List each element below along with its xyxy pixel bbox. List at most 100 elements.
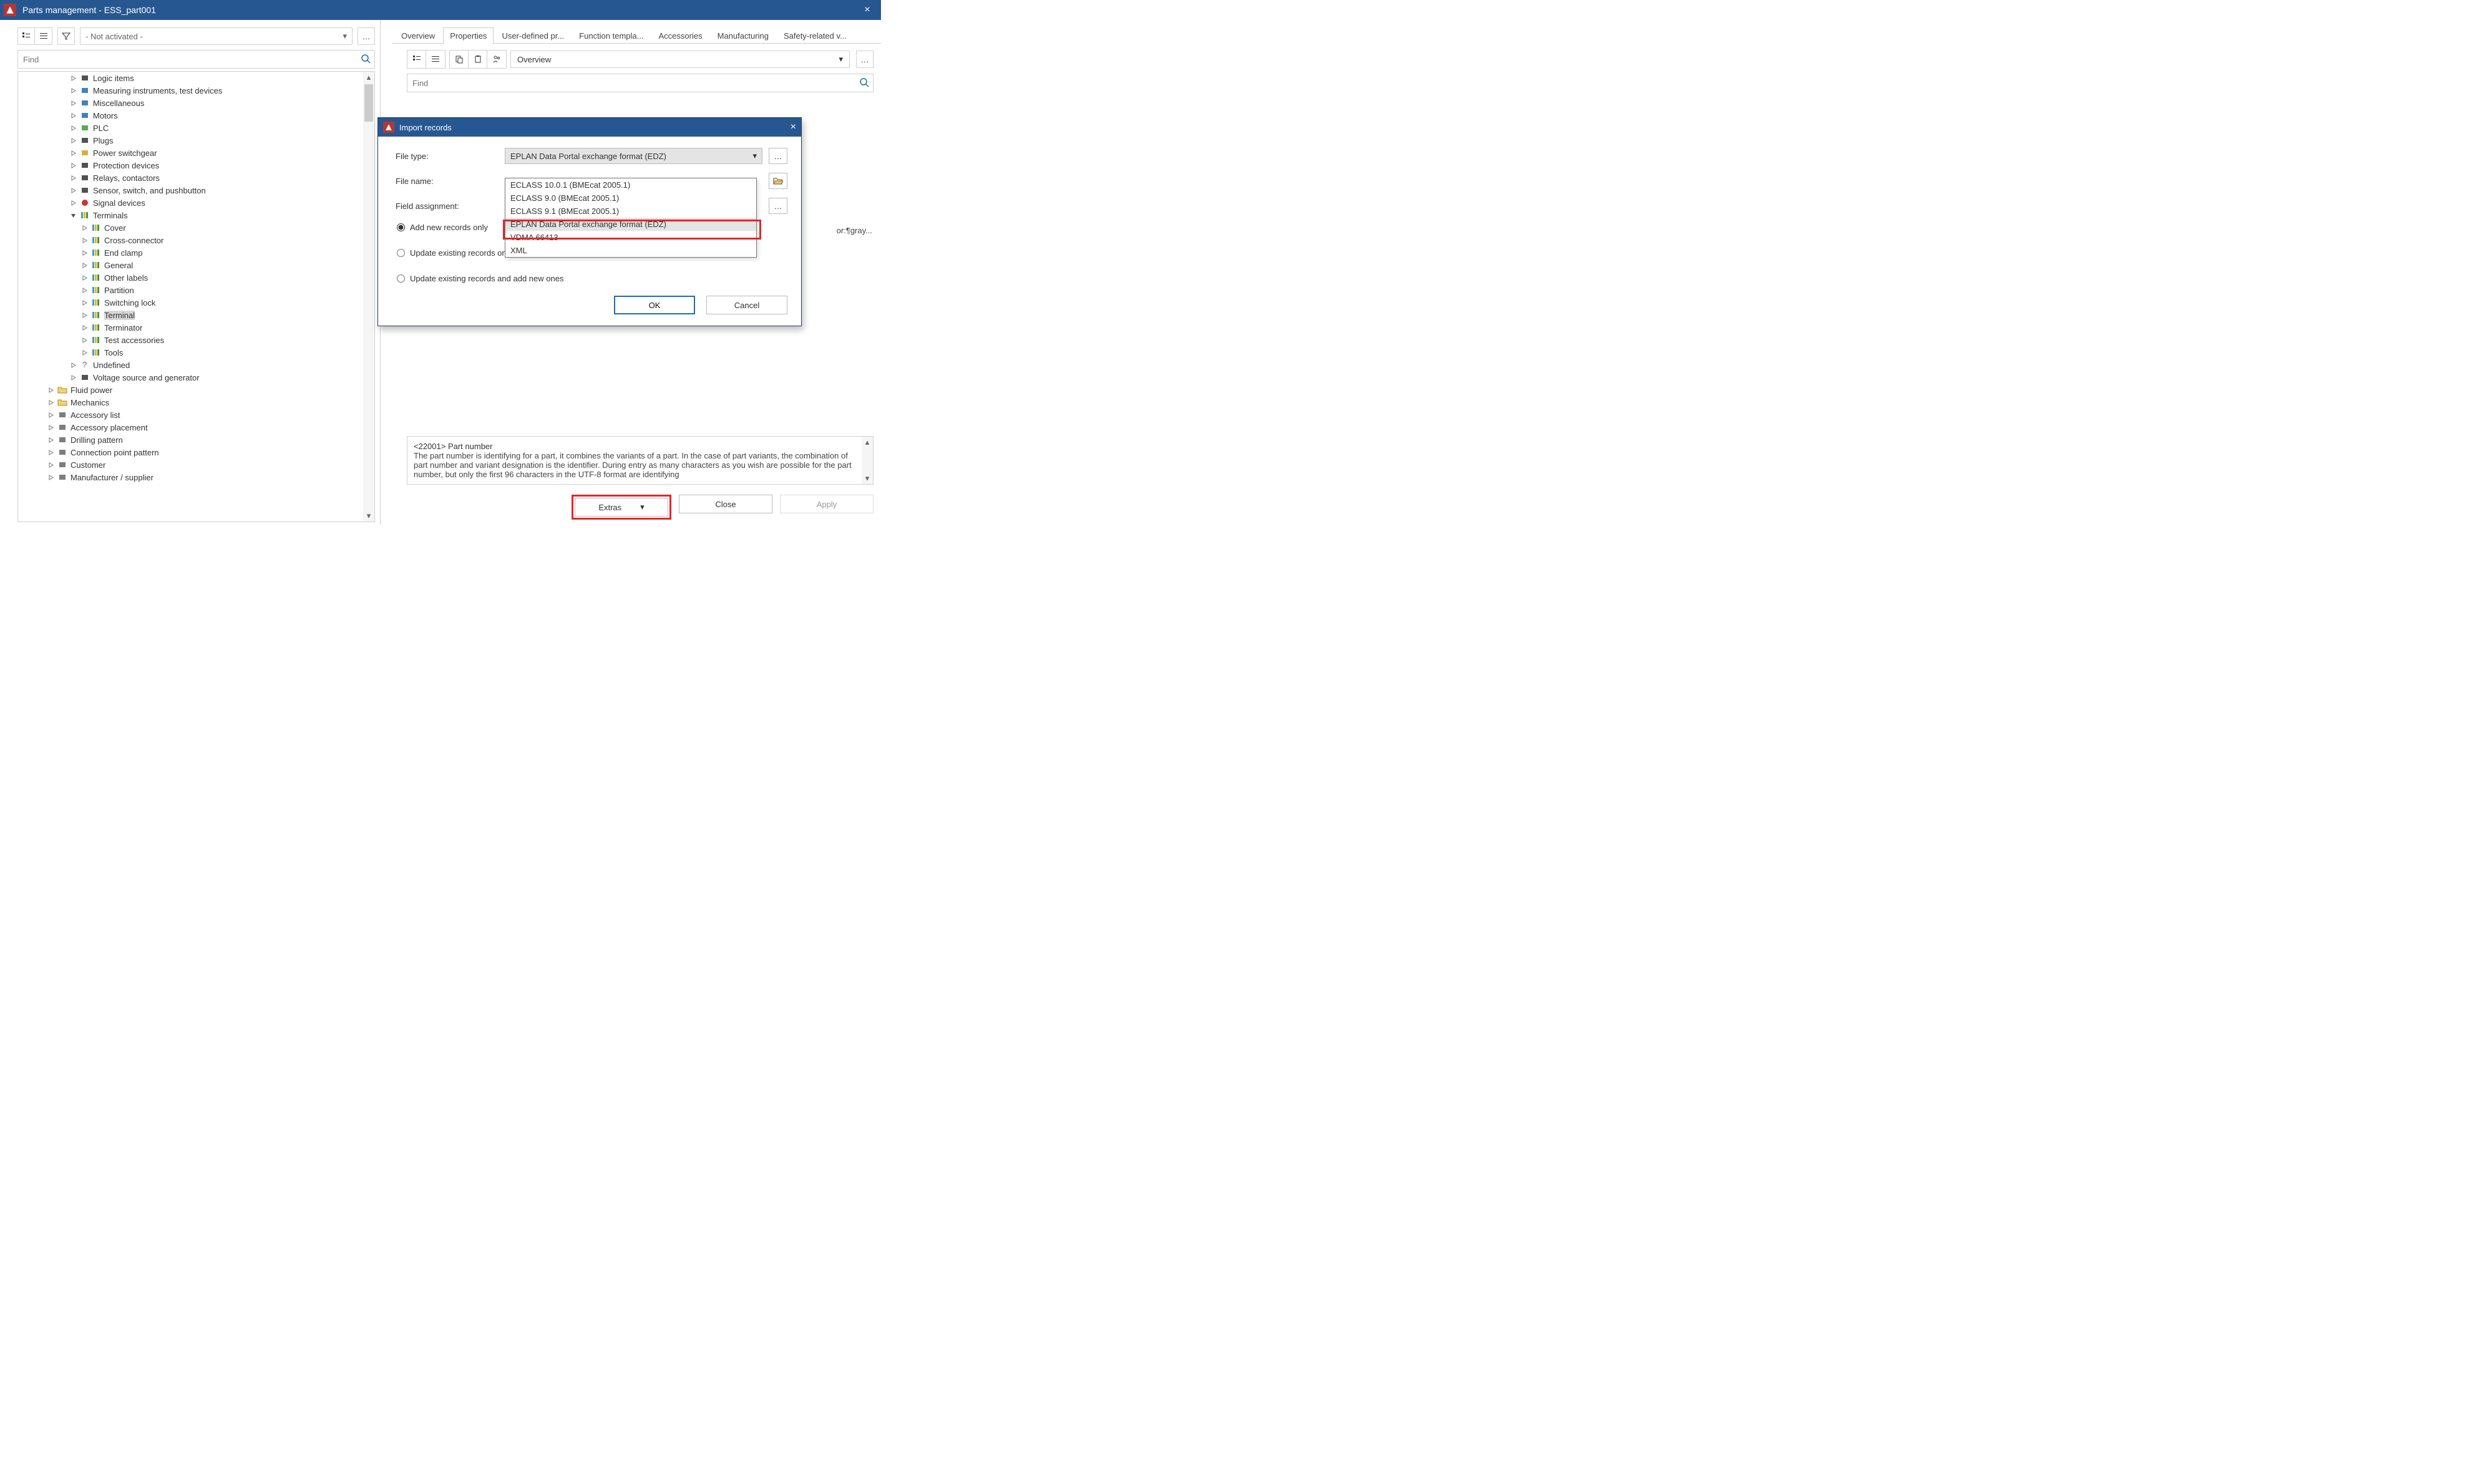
filter-button[interactable] [57, 27, 75, 45]
view-mode-toggle[interactable] [17, 27, 52, 45]
tree-item[interactable]: Mechanics [47, 396, 374, 409]
expand-icon[interactable] [47, 449, 54, 456]
tree-item[interactable]: General [80, 259, 374, 271]
scroll-down-icon[interactable]: ▾ [862, 473, 873, 484]
expand-icon[interactable] [80, 249, 88, 256]
tree-item[interactable]: Measuring instruments, test devices [69, 84, 374, 97]
overview-dropdown[interactable]: Overview ▾ [510, 51, 850, 68]
copy-icon[interactable] [450, 51, 469, 68]
scroll-up-icon[interactable]: ▴ [862, 437, 873, 448]
tab[interactable]: Accessories [651, 27, 709, 44]
tab[interactable]: Function templa... [572, 27, 650, 44]
expand-icon[interactable] [47, 386, 54, 394]
dropdown-option[interactable]: ECLASS 10.0.1 (BMEcat 2005.1) [505, 178, 756, 192]
expand-icon[interactable] [69, 174, 77, 182]
expand-icon[interactable] [69, 211, 77, 219]
expand-icon[interactable] [69, 87, 77, 94]
scroll-up-icon[interactable]: ▴ [363, 72, 374, 83]
tree-item[interactable]: Cover [80, 221, 374, 234]
expand-icon[interactable] [69, 137, 77, 144]
dropdown-option[interactable]: ECLASS 9.0 (BMEcat 2005.1) [505, 192, 756, 205]
expand-icon[interactable] [47, 436, 54, 444]
tree-item[interactable]: Test accessories [80, 334, 374, 346]
expand-icon[interactable] [69, 199, 77, 206]
tree-item[interactable]: Accessory placement [47, 421, 374, 434]
expand-icon[interactable] [69, 374, 77, 381]
list-view-icon[interactable] [426, 51, 445, 68]
extras-button[interactable]: Extras ▾ [575, 498, 668, 516]
tree-scrollbar[interactable]: ▴ ▾ [363, 72, 374, 521]
dropdown-option[interactable]: XML [505, 244, 756, 257]
field-assignment-more-button[interactable]: … [769, 198, 787, 214]
tree-item[interactable]: Cross-connector [80, 234, 374, 246]
filter-dropdown[interactable]: - Not activated - ▾ [80, 27, 353, 45]
radio-update-add-input[interactable] [397, 274, 405, 283]
find-input[interactable] [23, 55, 361, 64]
expand-icon[interactable] [80, 261, 88, 269]
tree-item[interactable]: Connection point pattern [47, 446, 374, 458]
scroll-down-icon[interactable]: ▾ [363, 510, 374, 521]
expand-icon[interactable] [69, 124, 77, 132]
expand-icon[interactable] [47, 399, 54, 406]
search-icon[interactable] [361, 54, 371, 65]
tree-item[interactable]: Drilling pattern [47, 434, 374, 446]
expand-icon[interactable] [69, 149, 77, 157]
dropdown-option[interactable]: VDMA 66413 [505, 231, 756, 244]
tree-item[interactable]: Fluid power [47, 384, 374, 396]
expand-icon[interactable] [69, 112, 77, 119]
expand-icon[interactable] [80, 311, 88, 319]
radio-update-add[interactable]: Update existing records and add new ones [397, 274, 787, 283]
window-close-button[interactable]: × [857, 4, 877, 16]
expand-icon[interactable] [80, 324, 88, 331]
tree-item[interactable]: Other labels [80, 271, 374, 284]
tree-item[interactable]: PLC [69, 122, 374, 134]
expand-icon[interactable] [47, 461, 54, 468]
dropdown-option[interactable]: EPLAN Data Portal exchange format (EDZ) [505, 218, 756, 231]
expand-icon[interactable] [69, 99, 77, 107]
search-icon[interactable] [859, 77, 869, 89]
tab[interactable]: Overview [394, 27, 442, 44]
expand-icon[interactable] [80, 274, 88, 281]
right-find-input[interactable] [412, 79, 859, 88]
file-type-dropdown-list[interactable]: ECLASS 10.0.1 (BMEcat 2005.1)ECLASS 9.0 … [505, 178, 757, 258]
tree-item[interactable]: Accessory list [47, 409, 374, 421]
tree-item[interactable]: Terminals [69, 209, 374, 221]
tree-item[interactable]: End clamp [80, 246, 374, 259]
paste-icon[interactable] [469, 51, 487, 68]
tree-item[interactable]: Signal devices [69, 196, 374, 209]
tree-item[interactable]: Protection devices [69, 159, 374, 172]
tree-item[interactable]: ?Undefined [69, 359, 374, 371]
expand-icon[interactable] [80, 236, 88, 244]
tree-item[interactable]: Terminal [80, 309, 374, 321]
tree-item[interactable]: Sensor, switch, and pushbutton [69, 184, 374, 196]
tree-item[interactable]: Power switchgear [69, 147, 374, 159]
dialog-close-button[interactable]: × [791, 122, 796, 133]
tree-item[interactable]: Manufacturer / supplier [47, 471, 374, 483]
tree-item[interactable]: Miscellaneous [69, 97, 374, 109]
tree-item[interactable]: Customer [47, 458, 374, 471]
expand-icon[interactable] [69, 187, 77, 194]
expand-icon[interactable] [80, 224, 88, 231]
tree-item[interactable]: Logic items [69, 72, 374, 84]
tab[interactable]: User-defined pr... [495, 27, 571, 44]
tree-item[interactable]: Relays, contactors [69, 172, 374, 184]
expand-icon[interactable] [80, 299, 88, 306]
scroll-thumb[interactable] [364, 84, 373, 122]
expand-icon[interactable] [69, 162, 77, 169]
apply-button[interactable]: Apply [780, 495, 874, 513]
radio-update-only-input[interactable] [397, 249, 405, 257]
tree-item[interactable]: Motors [69, 109, 374, 122]
tree-view-icon[interactable] [407, 51, 426, 68]
tree-item[interactable]: Partition [80, 284, 374, 296]
radio-add-new-input[interactable] [397, 223, 405, 231]
tab[interactable]: Properties [443, 27, 494, 44]
tree-item[interactable]: Tools [80, 346, 374, 359]
dropdown-option[interactable]: ECLASS 9.1 (BMEcat 2005.1) [505, 205, 756, 218]
file-browse-button[interactable] [769, 173, 787, 189]
expand-icon[interactable] [80, 349, 88, 356]
expand-icon[interactable] [47, 411, 54, 419]
tree-item[interactable]: Plugs [69, 134, 374, 147]
expand-icon[interactable] [47, 473, 54, 481]
filter-more-button[interactable]: … [358, 27, 375, 45]
file-type-more-button[interactable]: … [769, 148, 787, 164]
